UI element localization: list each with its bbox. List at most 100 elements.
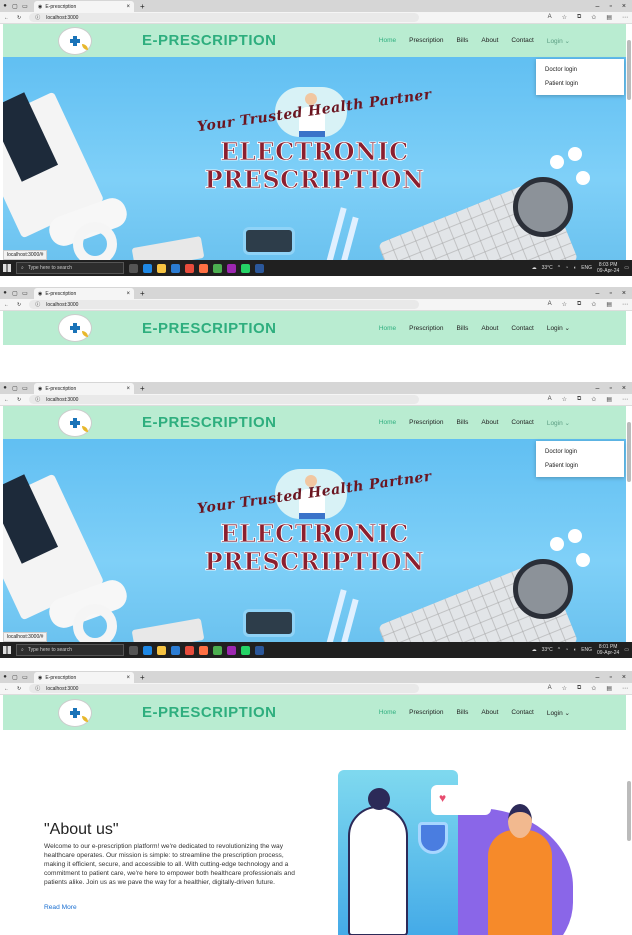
collections-icon[interactable]: ▤ (606, 396, 612, 403)
tray-chevron-icon[interactable]: ^ (558, 265, 560, 271)
browser-tab[interactable]: ◉ E-prescription × (34, 1, 134, 12)
weather-icon[interactable]: ☁ (532, 265, 537, 271)
workspaces-icon[interactable]: ▢ (10, 385, 20, 392)
tab-actions-icon[interactable]: ▭ (20, 674, 30, 681)
tab-actions-icon[interactable]: ▭ (20, 385, 30, 392)
nav-home[interactable]: Home (379, 709, 396, 716)
profile-icon[interactable]: ● (0, 3, 10, 9)
site-logo[interactable] (58, 26, 92, 55)
edge-icon[interactable] (143, 263, 152, 273)
chrome-profile-icon[interactable] (227, 645, 236, 655)
windows-start-icon[interactable] (3, 646, 11, 654)
address-bar[interactable]: ⓘ localhost:3000 (29, 13, 420, 22)
maximize-icon[interactable]: ▫ (609, 385, 611, 392)
volume-icon[interactable]: ◖ (573, 265, 576, 271)
nav-bills[interactable]: Bills (457, 325, 469, 332)
nav-home[interactable]: Home (379, 419, 396, 426)
windows-start-icon[interactable] (3, 264, 11, 272)
favorites-icon[interactable]: ✩ (591, 14, 596, 21)
address-bar[interactable]: ⓘ localhost:3000 (29, 300, 420, 309)
minimize-icon[interactable]: – (596, 674, 600, 681)
wifi-icon[interactable]: ◔ (565, 647, 568, 653)
nav-prescription[interactable]: Prescription (409, 37, 443, 44)
profile-icon[interactable]: ● (0, 674, 10, 680)
refresh-icon[interactable]: ↻ (17, 686, 21, 692)
minimize-icon[interactable]: – (596, 290, 600, 297)
nav-prescription[interactable]: Prescription (409, 419, 443, 426)
task-view-icon[interactable] (129, 263, 138, 273)
wifi-icon[interactable]: ◔ (565, 265, 568, 271)
firefox-icon[interactable] (199, 645, 208, 655)
workspaces-icon[interactable]: ▢ (10, 3, 20, 10)
nav-home[interactable]: Home (379, 37, 396, 44)
tray-chevron-icon[interactable]: ^ (558, 647, 560, 653)
favorites-icon[interactable]: ✩ (591, 396, 596, 403)
patient-login-item[interactable]: Patient login (536, 77, 624, 91)
favorite-star-icon[interactable]: ☆ (562, 685, 567, 692)
more-icon[interactable]: ⋯ (622, 14, 628, 21)
nav-contact[interactable]: Contact (511, 709, 533, 716)
more-icon[interactable]: ⋯ (622, 396, 628, 403)
nav-contact[interactable]: Contact (511, 419, 533, 426)
tab-close-icon[interactable]: × (126, 386, 130, 392)
read-more-link[interactable]: Read More (44, 904, 77, 911)
tab-actions-icon[interactable]: ▭ (20, 3, 30, 10)
nav-home[interactable]: Home (379, 325, 396, 332)
favorites-icon[interactable]: ✩ (591, 685, 596, 692)
task-view-icon[interactable] (129, 645, 138, 655)
vscode-icon[interactable] (171, 263, 180, 273)
site-logo[interactable] (58, 314, 92, 342)
notification-icon[interactable]: ▭ (624, 647, 629, 653)
language-label[interactable]: ENG (581, 647, 592, 653)
vscode-icon[interactable] (171, 645, 180, 655)
nav-about[interactable]: About (481, 419, 498, 426)
tab-close-icon[interactable]: × (126, 4, 130, 10)
more-icon[interactable]: ⋯ (622, 301, 628, 308)
minimize-icon[interactable]: – (596, 3, 600, 10)
word-icon[interactable] (255, 645, 264, 655)
new-tab-button[interactable]: + (140, 673, 145, 682)
refresh-icon[interactable]: ↻ (17, 302, 21, 308)
refresh-icon[interactable]: ↻ (17, 15, 21, 21)
edge-icon[interactable] (143, 645, 152, 655)
browser-tab[interactable]: ◉ E-prescription × (34, 383, 134, 394)
read-aloud-icon[interactable]: A (548, 685, 552, 692)
nav-login-dropdown[interactable]: Login ⌄ (547, 324, 570, 332)
new-tab-button[interactable]: + (140, 384, 145, 393)
whatsapp-icon[interactable] (241, 263, 250, 273)
nav-login-dropdown[interactable]: Login ⌄ (547, 419, 570, 427)
nav-about[interactable]: About (481, 325, 498, 332)
info-icon[interactable]: ⓘ (35, 301, 40, 308)
doctor-login-item[interactable]: Doctor login (536, 445, 624, 459)
address-bar[interactable]: ⓘ localhost:3000 (29, 684, 420, 693)
profile-icon[interactable]: ● (0, 385, 10, 391)
chrome-icon[interactable] (213, 263, 222, 273)
browser-tab[interactable]: ◉ E-prescription × (34, 672, 134, 683)
split-screen-icon[interactable]: ⧉ (577, 301, 581, 308)
info-icon[interactable]: ⓘ (35, 396, 40, 403)
back-icon[interactable]: ← (4, 302, 9, 308)
nav-bills[interactable]: Bills (457, 37, 469, 44)
split-screen-icon[interactable]: ⧉ (577, 396, 581, 403)
maximize-icon[interactable]: ▫ (609, 674, 611, 681)
close-window-icon[interactable]: × (622, 290, 626, 297)
split-screen-icon[interactable]: ⧉ (577, 14, 581, 21)
nav-login-dropdown[interactable]: Login ⌄ (547, 709, 570, 717)
store-icon[interactable] (185, 645, 194, 655)
doctor-login-item[interactable]: Doctor login (536, 63, 624, 77)
split-screen-icon[interactable]: ⧉ (577, 685, 581, 692)
site-logo[interactable] (58, 408, 92, 437)
read-aloud-icon[interactable]: A (548, 396, 552, 403)
nav-login-dropdown[interactable]: Login ⌄ (547, 37, 570, 45)
taskbar-search[interactable]: ⌕ Type here to search (16, 644, 124, 656)
nav-prescription[interactable]: Prescription (409, 709, 443, 716)
tab-actions-icon[interactable]: ▭ (20, 290, 30, 297)
minimize-icon[interactable]: – (596, 385, 600, 392)
maximize-icon[interactable]: ▫ (609, 290, 611, 297)
close-window-icon[interactable]: × (622, 3, 626, 10)
page-scrollbar[interactable] (627, 422, 631, 482)
back-icon[interactable]: ← (4, 686, 9, 692)
favorite-star-icon[interactable]: ☆ (562, 396, 567, 403)
workspaces-icon[interactable]: ▢ (10, 290, 20, 297)
nav-contact[interactable]: Contact (511, 37, 533, 44)
